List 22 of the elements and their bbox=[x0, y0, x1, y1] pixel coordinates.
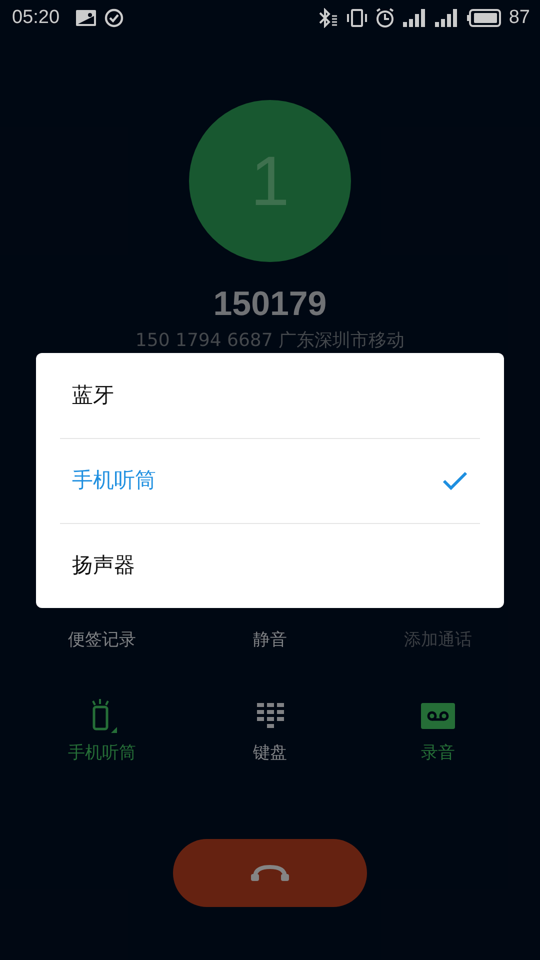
call-action-button[interactable]: 键盘 bbox=[186, 699, 354, 767]
image-icon bbox=[76, 10, 96, 26]
hang-up-icon bbox=[251, 862, 289, 883]
status-time: 05:20 bbox=[12, 6, 60, 30]
bluetooth-icon bbox=[316, 8, 339, 28]
signal-icon bbox=[402, 9, 427, 27]
caller-location: 150 1794 6687 广东深圳市移动 bbox=[135, 328, 405, 353]
menu-option[interactable]: 手机听筒 bbox=[60, 438, 480, 523]
keypad-icon bbox=[256, 703, 284, 730]
call-action-button[interactable]: 录音 bbox=[354, 699, 522, 767]
check-icon bbox=[442, 471, 468, 491]
menu-option[interactable]: 扬声器 bbox=[60, 523, 480, 608]
battery-level: 87 bbox=[508, 6, 530, 30]
menu-option[interactable]: 蓝牙 bbox=[60, 353, 480, 438]
check-circle-icon bbox=[104, 8, 124, 28]
battery-icon bbox=[466, 9, 501, 27]
call-action-button[interactable]: 手机听筒 bbox=[18, 699, 186, 767]
tape-icon bbox=[421, 703, 455, 730]
phone-number: 150179 bbox=[213, 284, 327, 325]
signal-icon bbox=[434, 9, 459, 27]
vibrate-icon bbox=[346, 8, 367, 28]
alarm-icon bbox=[374, 8, 395, 28]
